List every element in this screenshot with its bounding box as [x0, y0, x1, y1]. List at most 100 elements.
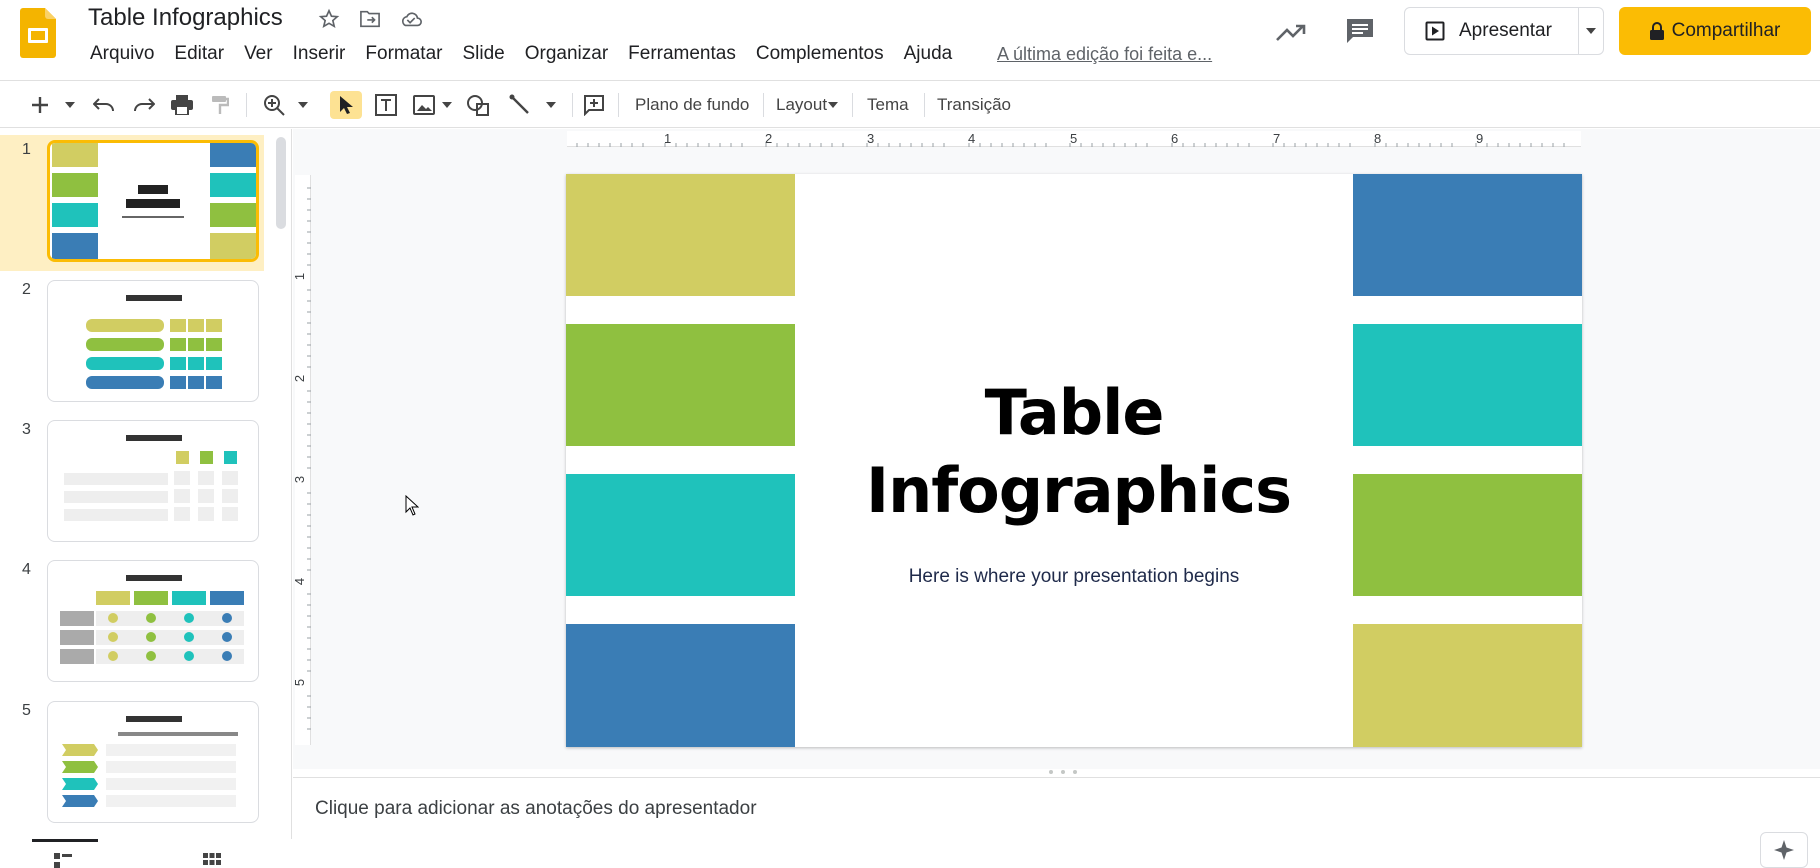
- menu-slide[interactable]: Slide: [452, 42, 514, 66]
- color-block-blue[interactable]: [566, 624, 795, 747]
- app-header: Table Infographics Arquivo Editar Ver In…: [0, 0, 1820, 76]
- ruler-label: 5: [292, 678, 308, 687]
- share-button[interactable]: Compartilhar: [1619, 7, 1811, 55]
- menu-formatar[interactable]: Formatar: [355, 42, 452, 66]
- slide-subtitle[interactable]: Here is where your presentation begins: [796, 566, 1352, 588]
- slide-title[interactable]: Table Infographics: [866, 374, 1292, 530]
- speaker-notes-placeholder[interactable]: Clique para adicionar as anotações do ap…: [315, 798, 757, 820]
- theme-button[interactable]: Tema: [867, 93, 909, 117]
- share-label: Compartilhar: [1671, 20, 1781, 41]
- select-cursor-icon[interactable]: [330, 91, 362, 119]
- zoom-dropdown-icon[interactable]: [295, 91, 311, 119]
- ruler-label: 4: [292, 577, 308, 586]
- ruler-label: 6: [1171, 131, 1179, 146]
- color-block-teal[interactable]: [566, 474, 795, 596]
- menu-ajuda[interactable]: Ajuda: [894, 42, 963, 66]
- line-icon[interactable]: [506, 91, 534, 119]
- explore-button[interactable]: [1760, 832, 1808, 868]
- redo-icon[interactable]: [130, 91, 158, 119]
- slide-number: 4: [22, 561, 31, 578]
- slide-thumbnail-1[interactable]: [47, 140, 259, 262]
- vertical-ruler[interactable]: 1 2 3 4 5: [292, 175, 311, 745]
- undo-icon[interactable]: [90, 91, 118, 119]
- paint-format-icon[interactable]: [206, 91, 234, 119]
- move-folder-icon[interactable]: [358, 8, 382, 30]
- slide-thumbnail-3[interactable]: [47, 420, 259, 542]
- slide-number: 3: [22, 421, 31, 438]
- explore-sparkle-icon: [1774, 840, 1794, 860]
- add-comment-icon[interactable]: [580, 91, 608, 119]
- horizontal-ruler[interactable]: 1 2 3 4 5 6 7 8 9: [567, 131, 1581, 147]
- present-label: Apresentar: [1459, 20, 1552, 41]
- activity-trend-icon[interactable]: [1274, 18, 1308, 46]
- slide-title-line: Infographics: [866, 454, 1292, 527]
- ruler-label: 1: [664, 131, 672, 146]
- slides-logo-icon[interactable]: [20, 8, 56, 58]
- toolbar-divider: [924, 93, 925, 117]
- shape-icon[interactable]: [464, 91, 492, 119]
- color-block-olive[interactable]: [566, 174, 795, 296]
- present-dropdown[interactable]: [1579, 8, 1603, 54]
- filmstrip-scrollbar[interactable]: [276, 137, 286, 229]
- ruler-label: 5: [1070, 131, 1078, 146]
- toolbar-divider: [246, 93, 247, 117]
- menu-bar: Arquivo Editar Ver Inserir Formatar Slid…: [80, 42, 962, 66]
- chevron-down-icon: [1586, 28, 1597, 34]
- ruler-ticks: [307, 187, 311, 730]
- slide-thumbnail-5[interactable]: [47, 701, 259, 823]
- current-slide[interactable]: Table Infographics Here is where your pr…: [566, 174, 1582, 747]
- color-block-olive[interactable]: [1353, 624, 1582, 747]
- layout-dropdown-icon[interactable]: [826, 91, 840, 119]
- ruler-label: 1: [292, 272, 308, 281]
- print-icon[interactable]: [168, 91, 196, 119]
- slide-number: 5: [22, 702, 31, 719]
- grid-view-icon[interactable]: [203, 853, 221, 868]
- ruler-label: 4: [968, 131, 976, 146]
- comments-icon[interactable]: [1344, 16, 1376, 46]
- active-view-indicator: [32, 839, 98, 842]
- toolbar-divider: [618, 93, 619, 117]
- slide-thumbnail-4[interactable]: [47, 560, 259, 682]
- slide-thumbnail-2[interactable]: [47, 280, 259, 402]
- ruler-label: 3: [292, 475, 308, 484]
- ruler-label: 2: [765, 131, 773, 146]
- star-icon[interactable]: [317, 8, 341, 30]
- menu-organizar[interactable]: Organizar: [515, 42, 618, 66]
- slide-number: 1: [22, 141, 31, 158]
- color-block-blue[interactable]: [1353, 174, 1582, 296]
- image-dropdown-icon[interactable]: [440, 91, 454, 119]
- present-button[interactable]: Apresentar: [1404, 7, 1604, 55]
- slide-filmstrip: 1 2 3 4 5: [0, 129, 292, 868]
- color-block-green[interactable]: [1353, 474, 1582, 596]
- present-main[interactable]: Apresentar: [1405, 8, 1580, 54]
- new-slide-dropdown-icon[interactable]: [62, 91, 78, 119]
- layout-button[interactable]: Layout: [776, 93, 827, 117]
- menu-editar[interactable]: Editar: [164, 42, 234, 66]
- text-box-icon[interactable]: [372, 91, 400, 119]
- ruler-label: 9: [1476, 131, 1484, 146]
- filmstrip-view-icon[interactable]: [54, 853, 72, 868]
- menu-ver[interactable]: Ver: [234, 42, 283, 66]
- toolbar-divider: [572, 93, 573, 117]
- zoom-icon[interactable]: [260, 91, 288, 119]
- last-edit-link[interactable]: A última edição foi feita e...: [997, 44, 1212, 65]
- ruler-label: 8: [1374, 131, 1382, 146]
- new-slide-icon[interactable]: [26, 91, 54, 119]
- cloud-saved-icon[interactable]: [399, 8, 423, 30]
- menu-complementos[interactable]: Complementos: [746, 42, 894, 66]
- ruler-label: 2: [292, 374, 308, 383]
- image-icon[interactable]: [410, 91, 438, 119]
- resize-handle-icon[interactable]: [1048, 769, 1078, 775]
- menu-inserir[interactable]: Inserir: [283, 42, 356, 66]
- transition-button[interactable]: Transição: [937, 93, 1011, 117]
- background-button[interactable]: Plano de fundo: [635, 93, 749, 117]
- document-title[interactable]: Table Infographics: [88, 4, 283, 32]
- speaker-notes-panel[interactable]: Clique para adicionar as anotações do ap…: [293, 777, 1820, 868]
- present-icon: [1425, 21, 1445, 41]
- menu-arquivo[interactable]: Arquivo: [80, 42, 164, 66]
- menu-ferramentas[interactable]: Ferramentas: [618, 42, 746, 66]
- color-block-green[interactable]: [566, 324, 795, 446]
- color-block-teal[interactable]: [1353, 324, 1582, 446]
- line-dropdown-icon[interactable]: [543, 91, 559, 119]
- toolbar-divider: [763, 93, 764, 117]
